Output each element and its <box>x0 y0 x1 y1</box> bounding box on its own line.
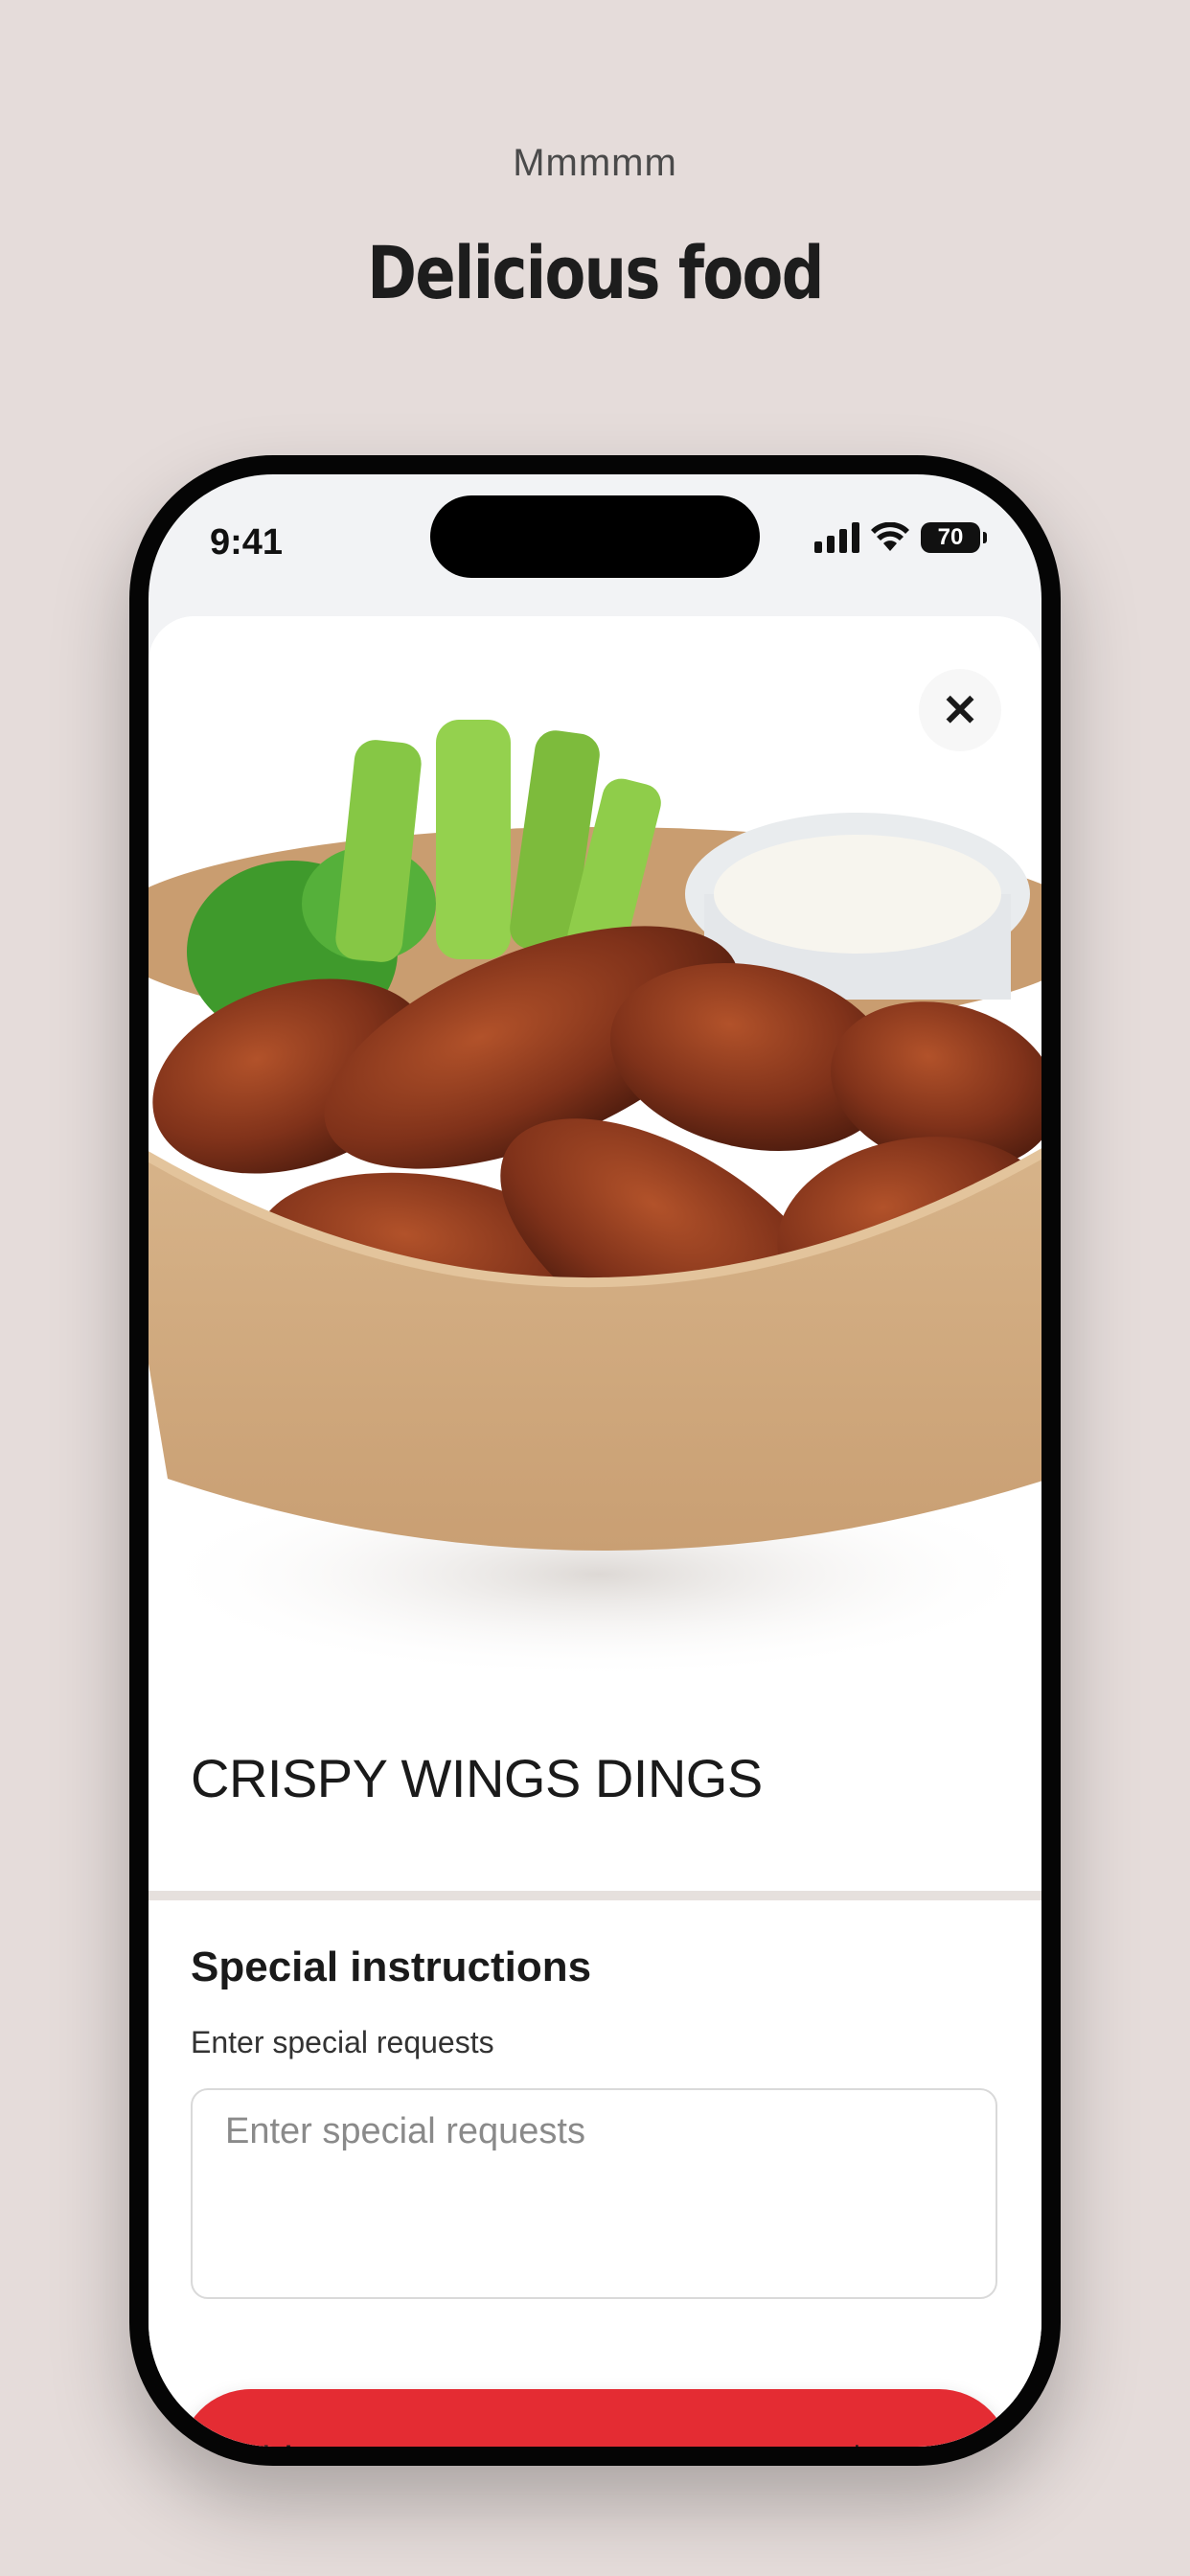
cellular-signal-icon <box>814 522 859 553</box>
wifi-icon <box>871 522 909 551</box>
special-instructions-label: Enter special requests <box>191 2025 494 2059</box>
close-icon: ✕ <box>941 685 979 735</box>
product-image: ✕ <box>149 616 1041 1690</box>
dynamic-island <box>430 495 760 578</box>
promo-headline: Delicious food <box>367 230 824 315</box>
close-button[interactable]: ✕ <box>919 669 1001 751</box>
wings-bowl-illustration <box>149 720 1041 1680</box>
special-instructions-title: Special instructions <box>191 1944 592 1990</box>
status-time: 9:41 <box>210 522 284 563</box>
cart-price: $10.49 <box>846 2438 969 2447</box>
product-sheet: ✕ CRISPY WINGS DINGS Special instruction… <box>149 616 1041 2447</box>
add-to-cart-label: Add to cart <box>221 2438 416 2447</box>
add-to-cart-button[interactable]: Add to cart $10.49 <box>179 2389 1011 2447</box>
battery-icon: 70 <box>921 522 987 553</box>
promo-eyebrow: Mmmmm <box>513 142 677 184</box>
product-title: CRISPY WINGS DINGS <box>191 1748 763 1808</box>
special-requests-input[interactable]: Enter special requests <box>191 2088 997 2299</box>
status-icons: 70 <box>814 522 987 553</box>
phone-frame: 9:41 70 ✕ CRISPY WINGS DINGS Special ins… <box>129 455 1061 2466</box>
phone-screen: 9:41 70 ✕ CRISPY WINGS DINGS Special ins… <box>149 474 1041 2447</box>
section-divider <box>149 1891 1041 1900</box>
